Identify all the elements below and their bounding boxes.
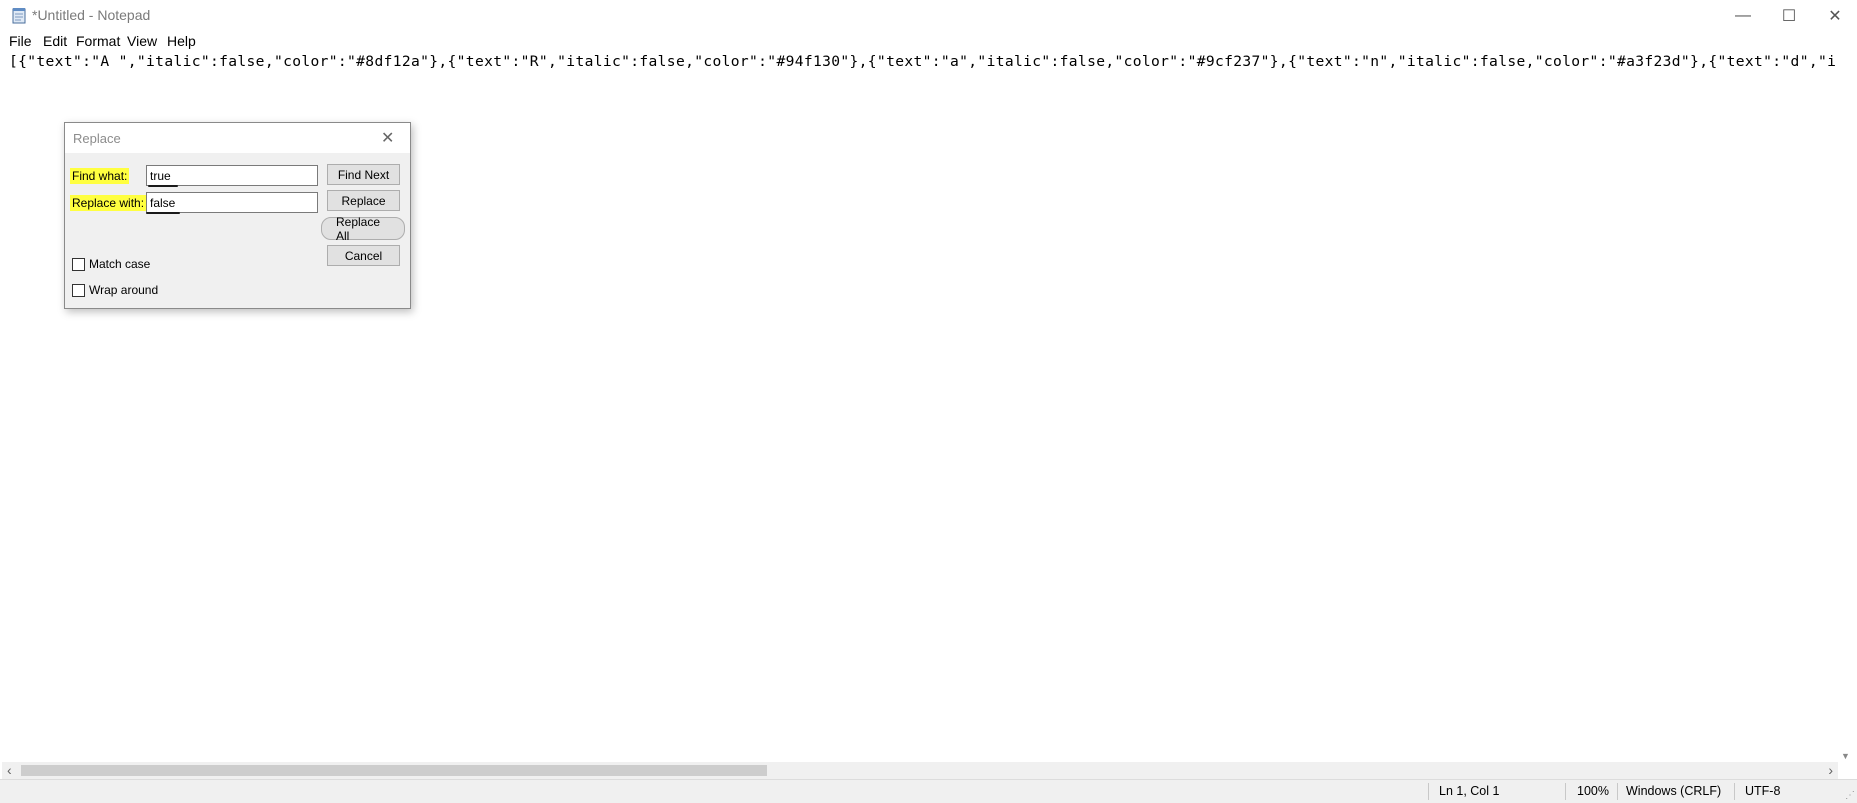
status-separator [1617, 783, 1618, 800]
scroll-right-icon[interactable]: › [1828, 762, 1833, 778]
menu-help[interactable]: Help [167, 33, 196, 49]
find-what-label: Find what: [70, 168, 130, 184]
replace-dialog: Replace ✕ Find what: Replace with: Find … [64, 122, 411, 309]
title-bar[interactable]: *Untitled - Notepad — ☐ ✕ [0, 0, 1857, 31]
dialog-close-icon[interactable]: ✕ [381, 128, 394, 148]
horizontal-scrollbar[interactable]: ‹ › [2, 762, 1838, 779]
window-title: *Untitled - Notepad [32, 7, 151, 23]
zoom-level: 100% [1577, 784, 1609, 798]
scroll-down-icon[interactable]: ▼ [1841, 751, 1850, 761]
line-ending: Windows (CRLF) [1626, 784, 1722, 798]
wrap-around-label: Wrap around [89, 283, 159, 297]
replace-all-button[interactable]: Replace All [321, 215, 405, 243]
replace-with-label: Replace with: [70, 195, 147, 211]
dialog-title: Replace [73, 131, 121, 146]
notepad-icon [12, 8, 26, 24]
ink-underline [146, 212, 180, 214]
match-case-label: Match case [89, 257, 151, 271]
ink-underline [148, 185, 178, 187]
wrap-around-box[interactable] [72, 283, 85, 297]
cursor-position: Ln 1, Col 1 [1439, 784, 1500, 798]
editor-line-1: [{"text":"A ","italic":false,"color":"#8… [9, 53, 1836, 70]
close-icon[interactable]: ✕ [1812, 0, 1857, 31]
menu-edit[interactable]: Edit [43, 33, 67, 49]
scrollbar-thumb[interactable] [21, 765, 767, 776]
scroll-left-icon[interactable]: ‹ [7, 762, 12, 778]
replace-with-input[interactable] [146, 192, 318, 213]
replace-button[interactable]: Replace [327, 190, 400, 211]
find-next-button[interactable]: Find Next [327, 164, 400, 185]
status-separator [1428, 783, 1429, 800]
status-separator [1734, 783, 1735, 800]
resize-grip-icon[interactable]: ⋰ [1845, 790, 1855, 801]
wrap-around-checkbox[interactable]: Wrap around [72, 283, 158, 297]
vertical-scrollbar[interactable]: ▼ [1838, 53, 1855, 763]
menu-view[interactable]: View [127, 33, 157, 49]
menu-bar: File Edit Format View Help [0, 31, 1857, 53]
menu-format[interactable]: Format [76, 33, 120, 49]
minimize-icon[interactable]: — [1720, 0, 1766, 31]
encoding: UTF-8 [1745, 784, 1781, 798]
status-bar: Ln 1, Col 1 100% Windows (CRLF) UTF-8 ⋰ [0, 779, 1857, 803]
match-case-box[interactable] [72, 257, 85, 271]
dialog-title-bar[interactable]: Replace ✕ [65, 123, 410, 153]
maximize-icon[interactable]: ☐ [1766, 0, 1812, 31]
match-case-checkbox[interactable]: Match case [72, 257, 150, 271]
find-what-input[interactable] [146, 165, 318, 186]
menu-file[interactable]: File [9, 33, 32, 49]
cancel-button[interactable]: Cancel [327, 245, 400, 266]
status-separator [1565, 783, 1566, 800]
